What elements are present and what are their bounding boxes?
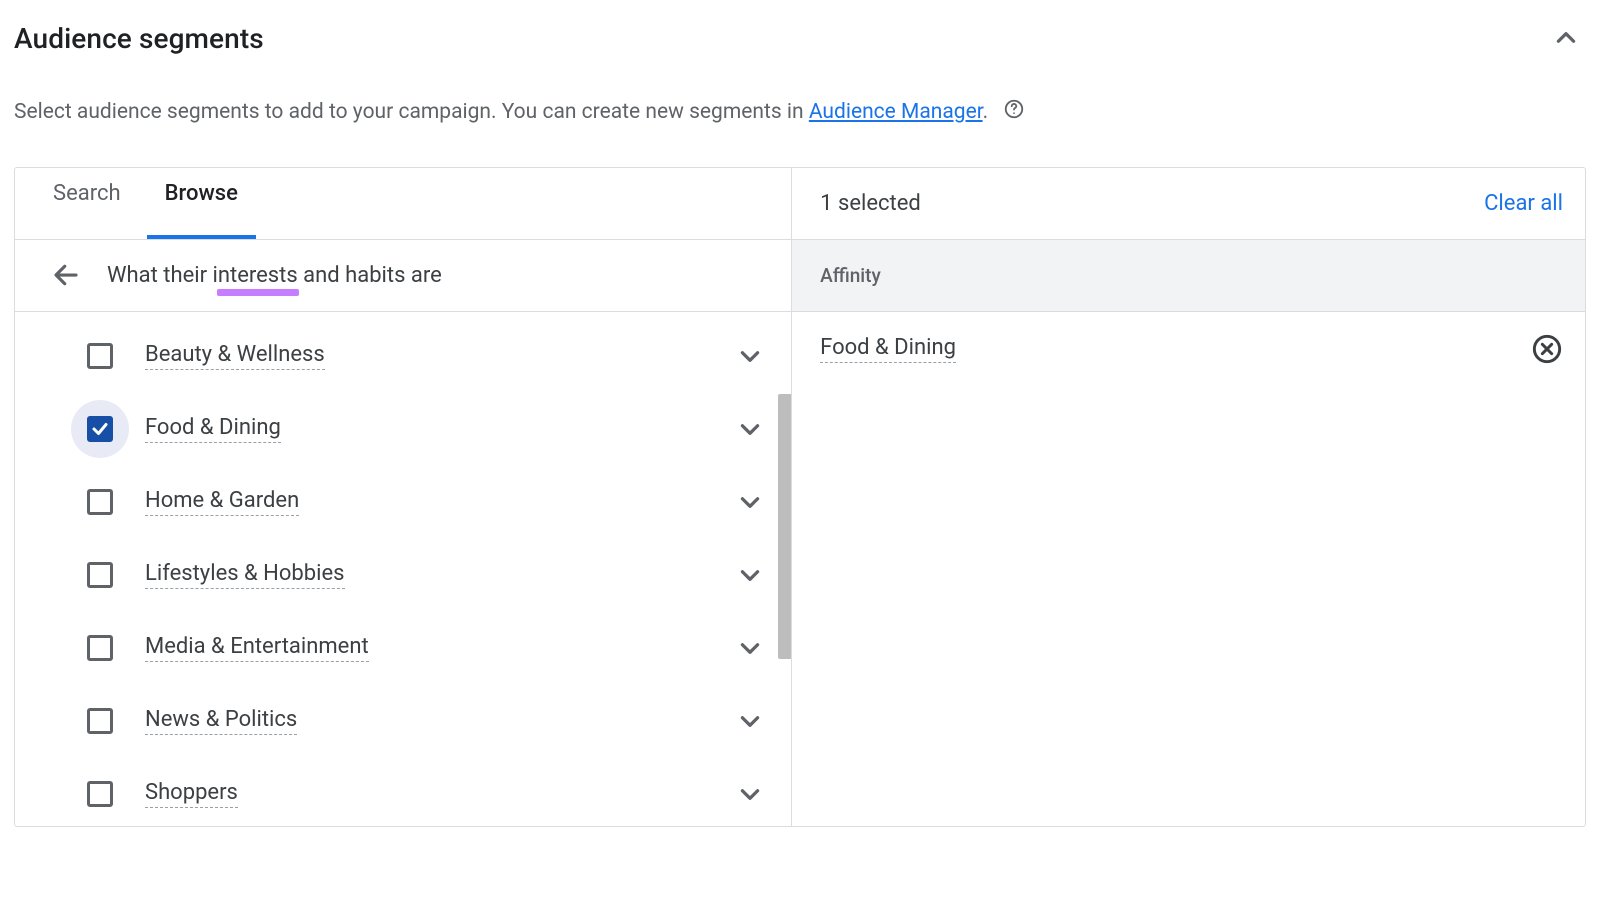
category-label: Food & Dining <box>145 415 281 443</box>
close-circle-icon <box>1531 333 1563 365</box>
breadcrumb-back-button[interactable] <box>51 260 81 290</box>
selection-header: 1 selected Clear all <box>792 168 1585 240</box>
page-subtitle: Select audience segments to add to your … <box>14 96 1586 129</box>
category-label: Beauty & Wellness <box>145 342 325 370</box>
checkmark-icon <box>91 420 109 438</box>
category-label: Lifestyles & Hobbies <box>145 561 345 589</box>
list-item[interactable]: News & Politics <box>15 685 791 758</box>
chevron-down-icon <box>737 708 763 734</box>
category-checkbox[interactable] <box>87 416 113 442</box>
expand-category-button[interactable] <box>737 635 763 661</box>
chevron-down-icon <box>737 489 763 515</box>
chevron-down-icon <box>737 343 763 369</box>
category-label: Media & Entertainment <box>145 634 369 662</box>
breadcrumb: What their interests and habits are <box>15 240 791 312</box>
list-item[interactable]: Shoppers <box>15 758 791 826</box>
tab-search[interactable]: Search <box>51 168 123 239</box>
breadcrumb-text: What their interests and habits are <box>107 263 442 288</box>
category-list-scroll[interactable]: Beauty & Wellness <box>15 312 791 826</box>
expand-category-button[interactable] <box>737 562 763 588</box>
expand-category-button[interactable] <box>737 708 763 734</box>
chevron-down-icon <box>737 781 763 807</box>
chevron-down-icon <box>737 562 763 588</box>
category-checkbox[interactable] <box>87 635 113 661</box>
remove-selected-button[interactable] <box>1531 333 1563 365</box>
category-checkbox[interactable] <box>87 708 113 734</box>
category-checkbox[interactable] <box>87 781 113 807</box>
expand-category-button[interactable] <box>737 781 763 807</box>
chevron-down-icon <box>737 635 763 661</box>
category-list: Beauty & Wellness <box>15 312 791 826</box>
expand-category-button[interactable] <box>737 343 763 369</box>
category-checkbox[interactable] <box>87 562 113 588</box>
question-circle-icon <box>1003 98 1025 120</box>
subtitle-prefix: Select audience segments to add to your … <box>14 100 809 124</box>
selection-group-header: Affinity <box>792 240 1585 312</box>
list-item[interactable]: Food & Dining <box>15 393 791 466</box>
category-checkbox[interactable] <box>87 489 113 515</box>
selected-count: 1 selected <box>820 191 921 216</box>
highlight-annotation <box>217 289 299 296</box>
subtitle-suffix: . <box>983 100 989 124</box>
list-item[interactable]: Home & Garden <box>15 466 791 539</box>
browse-column: Search Browse What their interests and h… <box>15 168 792 826</box>
category-checkbox[interactable] <box>87 343 113 369</box>
list-item[interactable]: Lifestyles & Hobbies <box>15 539 791 612</box>
arrow-left-icon <box>51 260 81 290</box>
help-button[interactable] <box>1003 98 1025 120</box>
category-label: Home & Garden <box>145 488 299 516</box>
expand-category-button[interactable] <box>737 416 763 442</box>
selection-column: 1 selected Clear all Affinity Food & Din… <box>792 168 1585 826</box>
page-title: Audience segments <box>14 22 264 55</box>
chevron-down-icon <box>737 416 763 442</box>
selected-item-label: Food & Dining <box>820 335 956 363</box>
scrollbar-thumb[interactable] <box>778 394 791 659</box>
breadcrumb-label: What their interests and habits are <box>107 263 442 288</box>
chevron-up-icon <box>1553 25 1579 51</box>
audience-manager-link[interactable]: Audience Manager <box>809 100 983 124</box>
category-label: News & Politics <box>145 707 297 735</box>
selected-item-row: Food & Dining <box>792 312 1585 386</box>
expand-category-button[interactable] <box>737 489 763 515</box>
list-item[interactable]: Beauty & Wellness <box>15 320 791 393</box>
tabs-bar: Search Browse <box>15 168 791 240</box>
category-label: Shoppers <box>145 780 238 808</box>
collapse-panel-button[interactable] <box>1546 18 1586 58</box>
segments-panel: Search Browse What their interests and h… <box>14 167 1586 827</box>
list-item[interactable]: Media & Entertainment <box>15 612 791 685</box>
tab-browse[interactable]: Browse <box>163 168 240 239</box>
clear-all-button[interactable]: Clear all <box>1484 191 1563 216</box>
